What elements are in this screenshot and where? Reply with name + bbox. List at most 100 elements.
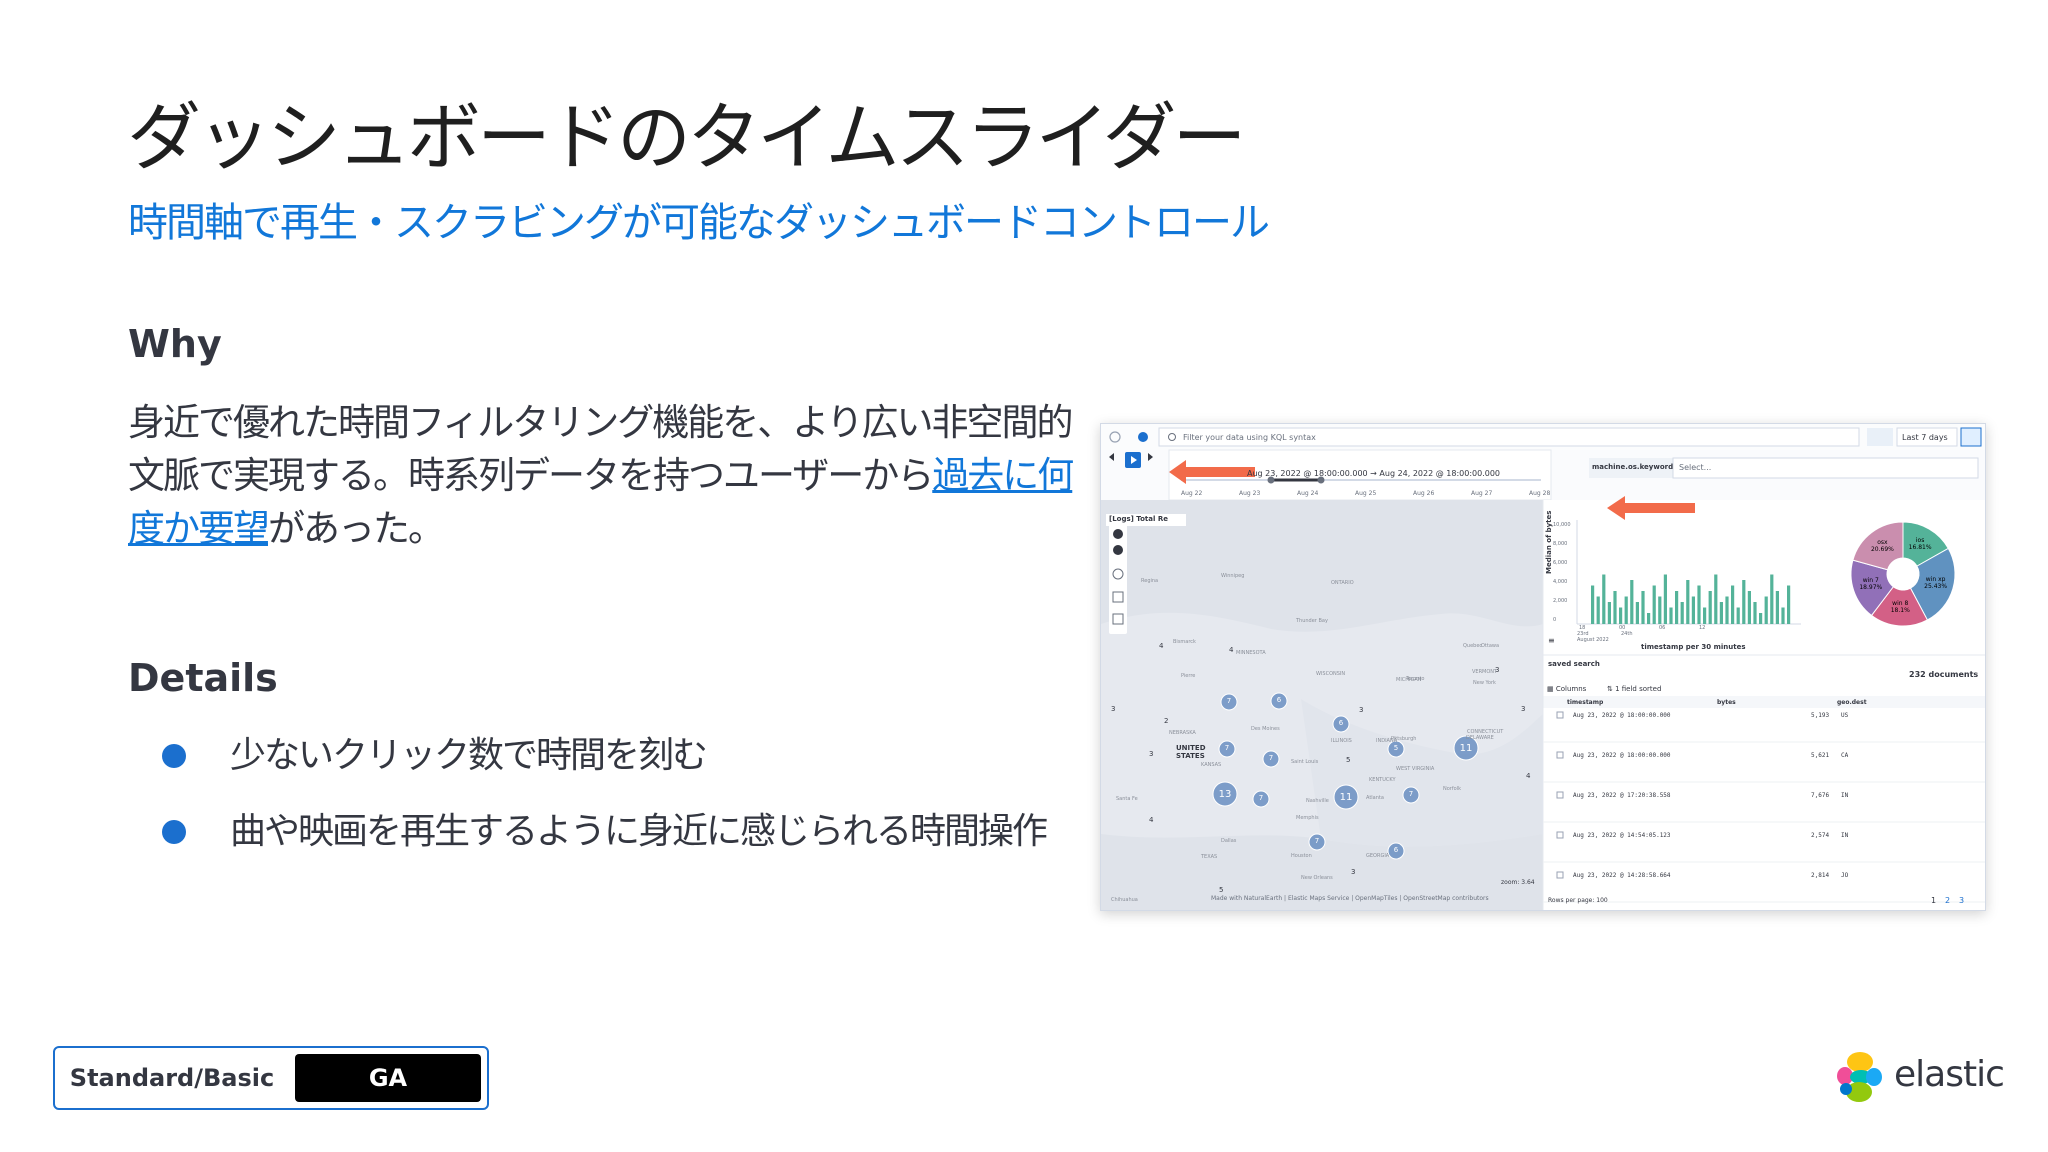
histogram-bar[interactable] bbox=[1675, 591, 1679, 624]
row-checkbox[interactable] bbox=[1556, 711, 1564, 719]
histogram-bar[interactable] bbox=[1663, 574, 1667, 625]
histogram-bar[interactable] bbox=[1607, 602, 1611, 624]
histogram-bar[interactable] bbox=[1680, 602, 1684, 624]
histogram-bar[interactable] bbox=[1630, 580, 1634, 624]
histogram-bar[interactable] bbox=[1624, 596, 1628, 625]
row-checkbox[interactable] bbox=[1556, 791, 1564, 799]
map-label: Saint Louis bbox=[1291, 759, 1319, 765]
map-label: Des Moines bbox=[1251, 726, 1280, 732]
histogram-bar[interactable] bbox=[1613, 591, 1617, 624]
row-checkbox[interactable] bbox=[1556, 831, 1564, 839]
legend-toggle-icon[interactable]: ≡ bbox=[1548, 636, 1555, 645]
time-range-label[interactable]: Last 7 days bbox=[1902, 433, 1948, 442]
histogram-bar[interactable] bbox=[1652, 585, 1656, 625]
row-geo-dest: JO bbox=[1841, 872, 1849, 879]
map-label: Regina bbox=[1141, 578, 1159, 584]
page-link[interactable]: 2 bbox=[1945, 896, 1950, 905]
histogram-bar[interactable] bbox=[1742, 580, 1746, 624]
histogram-bar[interactable] bbox=[1596, 596, 1600, 625]
histogram-ytick: 0 bbox=[1553, 617, 1557, 623]
row-checkbox[interactable] bbox=[1556, 871, 1564, 879]
page-link[interactable]: 1 bbox=[1931, 896, 1936, 905]
histogram-xlabel: timestamp per 30 minutes bbox=[1641, 643, 1746, 651]
map-cluster-count: 5 bbox=[1393, 744, 1399, 752]
histogram-bar[interactable] bbox=[1775, 591, 1779, 624]
histogram-bar[interactable] bbox=[1691, 596, 1695, 625]
elastic-logo-text: elastic bbox=[1894, 1054, 2005, 1095]
histogram-bar[interactable] bbox=[1787, 585, 1791, 625]
details-heading: Details bbox=[128, 656, 278, 700]
map-label: NEBRASKA bbox=[1169, 730, 1196, 736]
columns-button[interactable]: ▦ Columns bbox=[1547, 685, 1586, 693]
sort-button[interactable]: ⇅ 1 field sorted bbox=[1607, 685, 1661, 693]
map-label: MICHIGAN bbox=[1396, 677, 1422, 683]
elastic-logo: elastic bbox=[1832, 1046, 2005, 1108]
why-heading: Why bbox=[128, 322, 222, 366]
histogram-bar[interactable] bbox=[1714, 574, 1718, 625]
histogram-bar[interactable] bbox=[1708, 591, 1712, 624]
histogram-mid-line1: 24th bbox=[1621, 631, 1633, 637]
map-cluster-count: 11 bbox=[1459, 743, 1473, 754]
histogram-bar[interactable] bbox=[1747, 591, 1751, 624]
map-label: TEXAS bbox=[1201, 854, 1218, 860]
histogram-bar[interactable] bbox=[1719, 602, 1723, 624]
slide-subtitle: 時間軸で再生・スクラビングが可能なダッシュボードコントロール bbox=[128, 200, 1270, 246]
timeslider-date: Aug 26 bbox=[1413, 490, 1435, 497]
row-bytes: 7,676 bbox=[1811, 792, 1830, 799]
rows-per-page[interactable]: Rows per page: 100 bbox=[1548, 897, 1608, 904]
timeslider-date: Aug 22 bbox=[1181, 490, 1203, 497]
histogram-bar[interactable] bbox=[1731, 585, 1735, 625]
histogram-date-line2: August 2022 bbox=[1577, 637, 1609, 643]
add-filter-icon[interactable] bbox=[1138, 432, 1148, 442]
histogram-xtick: 12 bbox=[1699, 625, 1706, 631]
histogram-bar[interactable] bbox=[1647, 613, 1651, 624]
histogram-bar[interactable] bbox=[1669, 607, 1673, 625]
row-geo-dest: IN bbox=[1841, 832, 1849, 839]
timeslider-date: Aug 23 bbox=[1239, 490, 1261, 497]
row-checkbox[interactable] bbox=[1556, 751, 1564, 759]
histogram-bar[interactable] bbox=[1635, 602, 1639, 624]
histogram-bar[interactable] bbox=[1770, 574, 1774, 625]
pie-slice-label: win 7 18.97% bbox=[1859, 576, 1883, 591]
zoom-out-icon[interactable] bbox=[1113, 545, 1123, 555]
page-link[interactable]: 3 bbox=[1959, 896, 1964, 905]
col-header-geo-dest[interactable]: geo.dest bbox=[1837, 699, 1867, 706]
columns-label: Columns bbox=[1555, 685, 1587, 693]
histogram-bar[interactable] bbox=[1686, 580, 1690, 624]
histogram-bar[interactable] bbox=[1697, 585, 1701, 625]
histogram-bar[interactable] bbox=[1703, 607, 1707, 625]
row-geo-dest: CA bbox=[1841, 752, 1849, 759]
pie-slice-label: osx 20.69% bbox=[1870, 538, 1894, 553]
map-count: 4 bbox=[1229, 646, 1234, 654]
zoom-in-icon[interactable] bbox=[1113, 529, 1123, 539]
badge-status: GA bbox=[295, 1054, 481, 1102]
histogram-bar[interactable] bbox=[1753, 602, 1757, 624]
row-timestamp: Aug 23, 2022 @ 17:20:38.558 bbox=[1573, 792, 1671, 799]
map-label: Santa Fe bbox=[1116, 796, 1138, 802]
histogram-bar[interactable] bbox=[1736, 607, 1740, 625]
histogram-bar[interactable] bbox=[1764, 596, 1768, 625]
map-label: GEORGIA bbox=[1366, 853, 1390, 859]
date-picker-toggle[interactable] bbox=[1867, 428, 1893, 446]
map-label: Chihuahua bbox=[1111, 897, 1138, 903]
slide-title: ダッシュボードのタイムスライダー bbox=[127, 95, 1247, 181]
histogram-bar[interactable] bbox=[1602, 574, 1606, 625]
col-header-bytes[interactable]: bytes bbox=[1717, 699, 1736, 706]
col-header-timestamp[interactable]: timestamp bbox=[1567, 699, 1603, 706]
control-placeholder[interactable]: Select... bbox=[1679, 463, 1711, 472]
histogram-bar[interactable] bbox=[1619, 607, 1623, 625]
options-list-control[interactable] bbox=[1672, 457, 1979, 479]
bullet-dot bbox=[162, 820, 186, 844]
histogram-bar[interactable] bbox=[1725, 596, 1729, 625]
histogram-bar[interactable] bbox=[1641, 591, 1645, 624]
control-label: machine.os.keyword bbox=[1592, 463, 1674, 471]
map-label: Winnipeg bbox=[1221, 573, 1245, 579]
histogram-bar[interactable] bbox=[1658, 596, 1662, 625]
histogram-bar[interactable] bbox=[1591, 585, 1595, 625]
map-label: WEST VIRGINIA bbox=[1396, 766, 1435, 772]
histogram-bar[interactable] bbox=[1759, 613, 1763, 624]
timeslider-date: Aug 24 bbox=[1297, 490, 1319, 497]
refresh-button[interactable] bbox=[1960, 427, 1982, 447]
row-bytes: 2,574 bbox=[1811, 832, 1830, 839]
histogram-bar[interactable] bbox=[1781, 607, 1785, 625]
